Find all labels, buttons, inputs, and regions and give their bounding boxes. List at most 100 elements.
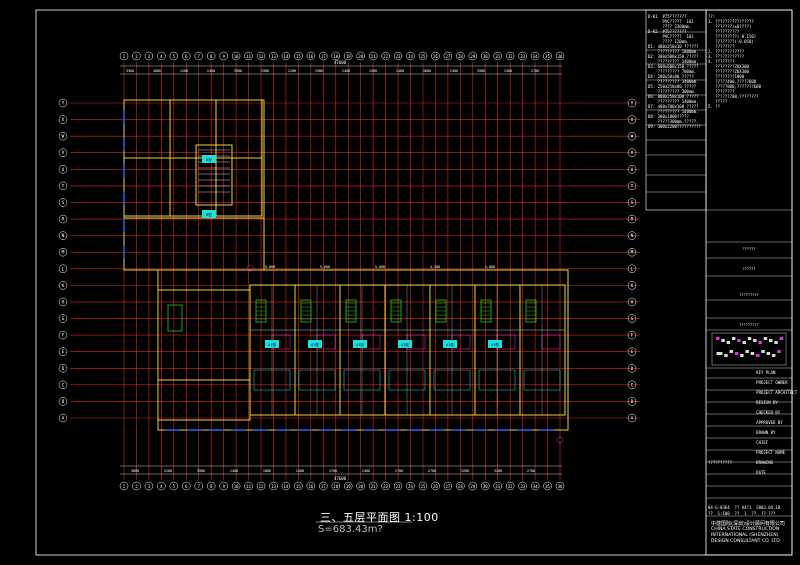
grid-row-label-left: B: [62, 399, 65, 405]
dim-top-segment: 4800: [153, 69, 161, 73]
grid-col-label-bottom: 28: [458, 484, 463, 489]
dim-bottom-segment: 2200: [164, 469, 172, 473]
key-plan-building: [747, 337, 752, 340]
grid-col-label-top: 35: [545, 54, 550, 59]
dim-top-segment: 3600: [423, 69, 431, 73]
dim-bottom-segment: 3700: [329, 469, 337, 473]
dim-top-segment: 2400: [342, 69, 350, 73]
west-wing-room: [215, 99, 263, 159]
dim-bottom-segment: 1800: [263, 469, 271, 473]
grid-row-label-left: Y: [62, 101, 65, 107]
key-plan-building: [729, 350, 733, 353]
company-name-en-3: DESIGN CONSULTANT CO. LTD: [711, 539, 780, 544]
floor-area-label: S=683.43m?: [318, 524, 383, 535]
grid-col-label-bottom: 8: [210, 484, 213, 489]
title-block-field: ?????????: [739, 323, 758, 327]
key-plan-building: [750, 352, 755, 355]
grid-row-label-right: C: [631, 382, 634, 388]
grid-row-label-left: H: [62, 299, 65, 305]
title-block-field: ??????: [743, 247, 756, 251]
grid-col-label-bottom: 7: [198, 484, 201, 489]
drawing-title: 三、五层平面图 1:100: [320, 511, 439, 524]
grid-col-label-top: 10: [234, 54, 239, 59]
dim-total-bottom: 47600: [334, 476, 347, 481]
grid-col-label-top: 28: [458, 54, 463, 59]
grid-col-label-bottom: 26: [433, 484, 438, 489]
grid-row-label-right: L: [631, 266, 634, 272]
grid-col-label-top: 26: [433, 54, 438, 59]
grid-col-label-top: 32: [508, 54, 513, 59]
grid-col-label-top: 11: [246, 54, 251, 59]
grid-col-label-bottom: 33: [520, 484, 525, 489]
grid-row-label-right: X: [631, 117, 634, 123]
grid-col-label-top: 34: [533, 54, 538, 59]
key-plan-building: [758, 341, 762, 344]
dim-top-segment: 3300: [126, 69, 134, 73]
grid-col-label-bottom: 27: [445, 484, 450, 489]
grid-row-label-right: G: [631, 316, 634, 322]
grid-col-label-top: 19: [346, 54, 351, 59]
key-plan-building: [769, 339, 773, 342]
elevator-green: [167, 304, 183, 332]
grid-col-label-top: 17: [321, 54, 326, 59]
dim-bottom-segment: 3900: [197, 469, 205, 473]
grid-col-label-bottom: 31: [495, 484, 500, 489]
dim-total-top: 47600: [334, 60, 347, 65]
grid-col-label-top: 6: [185, 54, 188, 59]
floor-plan: 1122334455667788991010111112121313141415…: [58, 51, 640, 523]
openings-legend: D-K1 #75??????? PVC????? 101 ???? 2300mm…: [648, 14, 701, 129]
dim-bottom-segment: 2400: [296, 469, 304, 473]
grid-row-label-left: N: [62, 233, 65, 239]
apartment-unit: [249, 284, 296, 416]
grid-col-label-bottom: 2: [135, 484, 138, 489]
grid-col-label-top: 16: [308, 54, 313, 59]
west-wing-room: [169, 99, 217, 159]
apartment-unit: [519, 284, 566, 416]
grid-row-label-right: W: [631, 134, 634, 140]
grid-col-label-bottom: 23: [396, 484, 401, 489]
dim-bottom-segment: 2400: [362, 469, 370, 473]
room-tag: A1型: [446, 342, 454, 347]
grid-col-label-bottom: 17: [321, 484, 326, 489]
grid-col-label-top: 20: [358, 54, 363, 59]
grid-row-label-right: R: [631, 217, 634, 223]
grid-row-label-left: W: [62, 134, 65, 140]
grid-row-label-left: S: [62, 200, 65, 206]
dim-top-segment: 2400: [207, 69, 215, 73]
grid-col-label-top: 14: [284, 54, 289, 59]
general-notes: ??: 1. ???????????????? ???????(±0????) …: [708, 14, 761, 109]
apartment-unit: [294, 284, 341, 416]
grid-row-label-right: E: [631, 349, 634, 355]
grid-col-label-bottom: 19: [346, 484, 351, 489]
room-tag: A3型: [356, 342, 364, 347]
grid-col-label-top: 1: [123, 54, 126, 59]
grid-col-label-bottom: 14: [284, 484, 289, 489]
dim-top-segment: 2400: [450, 69, 458, 73]
grid-col-label-top: 30: [483, 54, 488, 59]
grid-row-label-left: L: [62, 266, 65, 272]
grid-row-label-right: B: [631, 399, 634, 405]
bathroom: [541, 334, 561, 350]
grid-col-label-bottom: 1: [123, 484, 126, 489]
west-wing-room: [169, 157, 217, 217]
grid-col-label-top: 3: [148, 54, 151, 59]
key-plan-building: [763, 337, 768, 340]
grid-col-label-bottom: 20: [358, 484, 363, 489]
grid-col-label-bottom: 29: [470, 484, 475, 489]
grid-row-label-left: M: [62, 250, 65, 256]
key-plan-building: [740, 354, 744, 357]
grid-row-label-left: U: [62, 167, 65, 173]
west-wing-room: [215, 157, 263, 217]
key-plan-building: [742, 341, 746, 344]
grid-col-label-bottom: 4: [160, 484, 163, 489]
corridor-dim: 5,600: [375, 265, 385, 269]
grid-row-label-left: X: [62, 117, 65, 123]
key-plan-building: [731, 337, 736, 340]
key-plan-building: [779, 337, 784, 340]
grid-col-label-top: 5: [173, 54, 176, 59]
dim-bottom-segment: 3200: [461, 469, 469, 473]
dim-top-segment: 1900: [369, 69, 377, 73]
grid-row-label-right: S: [631, 200, 634, 206]
grid-col-label-top: 13: [271, 54, 276, 59]
dim-top-segment: 1900: [315, 69, 323, 73]
